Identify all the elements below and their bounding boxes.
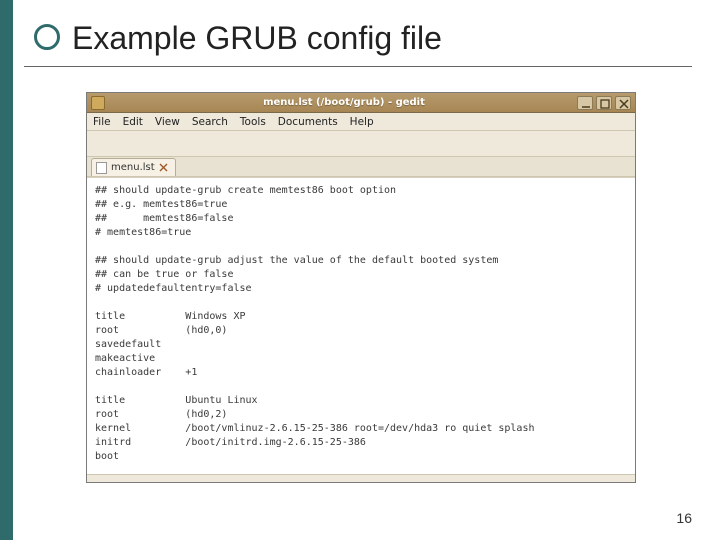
tab-close-button[interactable] [159,163,169,173]
maximize-button[interactable] [596,96,612,110]
slide-page-number: 16 [676,510,692,526]
editor-area[interactable]: ## should update-grub create memtest86 b… [87,177,635,474]
slide-title: Example GRUB config file [72,20,442,57]
slide-accent-bar [0,0,13,540]
slide-rule [24,66,692,67]
minimize-button[interactable] [577,96,593,110]
menu-documents[interactable]: Documents [278,116,338,128]
toolbar [87,131,635,157]
menu-edit[interactable]: Edit [123,116,143,128]
menu-help[interactable]: Help [350,116,374,128]
close-icon [618,98,630,110]
menu-tools[interactable]: Tools [240,116,266,128]
window-title: menu.lst (/boot/grub) - gedit [111,97,577,108]
gedit-window: menu.lst (/boot/grub) - gedit File Edit … [86,92,636,483]
document-icon [96,162,107,174]
titlebar[interactable]: menu.lst (/boot/grub) - gedit [87,93,635,113]
menu-search[interactable]: Search [192,116,228,128]
menubar: File Edit View Search Tools Documents He… [87,113,635,131]
menu-view[interactable]: View [155,116,180,128]
maximize-icon [599,98,611,110]
slide-bullet-circle [34,24,60,50]
statusbar [87,474,635,482]
tab-menu-lst[interactable]: menu.lst [91,158,176,176]
close-icon [159,163,169,173]
window-controls [577,96,631,110]
minimize-icon [580,98,592,110]
tab-label: menu.lst [111,162,155,173]
tab-row: menu.lst [87,157,635,177]
app-icon [91,96,105,110]
close-button[interactable] [615,96,631,110]
menu-file[interactable]: File [93,116,111,128]
